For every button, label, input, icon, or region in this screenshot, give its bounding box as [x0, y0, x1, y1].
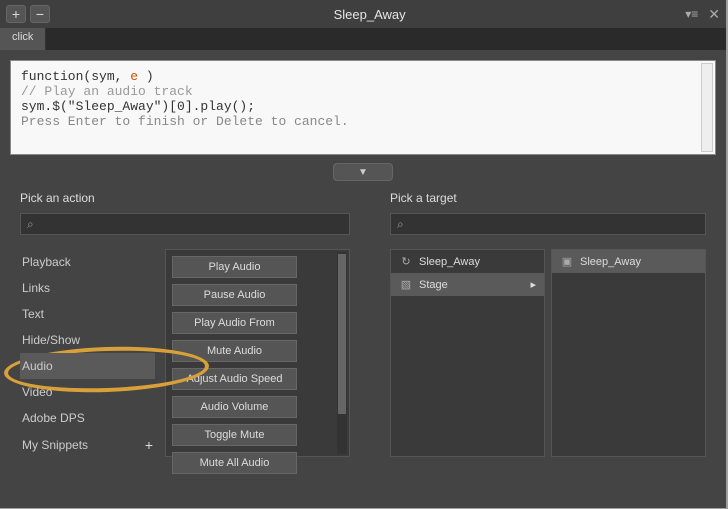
- stage-icon: ▧: [399, 278, 413, 291]
- action-play-audio-from[interactable]: Play Audio From: [172, 312, 297, 334]
- window-title: Sleep_Away: [54, 7, 685, 22]
- scrollbar[interactable]: [337, 252, 347, 454]
- category-audio[interactable]: Audio: [20, 353, 155, 379]
- target-sleep-away[interactable]: ↻ Sleep_Away: [391, 250, 544, 273]
- action-pause-audio[interactable]: Pause Audio: [172, 284, 297, 306]
- target-search-input[interactable]: ⌕: [390, 213, 706, 235]
- category-text[interactable]: Text: [20, 301, 155, 327]
- action-toggle-mute[interactable]: Toggle Mute: [172, 424, 297, 446]
- action-audio-volume[interactable]: Audio Volume: [172, 396, 297, 418]
- code-comment: // Play an audio track: [21, 84, 193, 99]
- code-line: sym.$("Sleep_Away")[0].play();: [21, 99, 255, 114]
- collapse-toggle[interactable]: ▼: [333, 163, 393, 181]
- action-list: Play Audio Pause Audio Play Audio From M…: [165, 249, 350, 457]
- action-play-audio[interactable]: Play Audio: [172, 256, 297, 278]
- category-video[interactable]: Video: [20, 379, 155, 405]
- category-playback[interactable]: Playback: [20, 249, 155, 275]
- action-mute-all-audio[interactable]: Mute All Audio: [172, 452, 297, 474]
- category-adobedps[interactable]: Adobe DPS: [20, 405, 155, 431]
- add-button[interactable]: +: [6, 5, 26, 23]
- panel-menu-icon[interactable]: ▾≡: [685, 7, 698, 21]
- code-kw: function: [21, 69, 83, 84]
- search-icon: ⌕: [27, 217, 34, 232]
- close-icon[interactable]: ✕: [708, 6, 720, 23]
- target-sub-sleep-away[interactable]: ▣ Sleep_Away: [552, 250, 705, 273]
- code-editor[interactable]: function(sym, e ) // Play an audio track…: [10, 60, 716, 155]
- action-search-input[interactable]: ⌕: [20, 213, 350, 235]
- target-list-left: ↻ Sleep_Away ▧ Stage ▸: [390, 249, 545, 457]
- search-icon: ⌕: [397, 217, 404, 232]
- chevron-right-icon: ▸: [530, 278, 536, 291]
- scrollbar[interactable]: [701, 63, 713, 152]
- pick-target-label: Pick a target: [390, 191, 706, 205]
- event-tab-click[interactable]: click: [0, 28, 46, 50]
- target-list-right: ▣ Sleep_Away: [551, 249, 706, 457]
- category-links[interactable]: Links: [20, 275, 155, 301]
- category-mysnippets[interactable]: My Snippets +: [20, 431, 155, 459]
- add-snippet-icon[interactable]: +: [145, 437, 153, 453]
- element-icon: ▣: [560, 255, 574, 268]
- remove-button[interactable]: −: [30, 5, 50, 23]
- pick-action-label: Pick an action: [20, 191, 350, 205]
- category-hideshow[interactable]: Hide/Show: [20, 327, 155, 353]
- loop-icon: ↻: [399, 255, 413, 268]
- target-stage[interactable]: ▧ Stage ▸: [391, 273, 544, 296]
- code-hint: Press Enter to finish or Delete to cance…: [21, 114, 349, 129]
